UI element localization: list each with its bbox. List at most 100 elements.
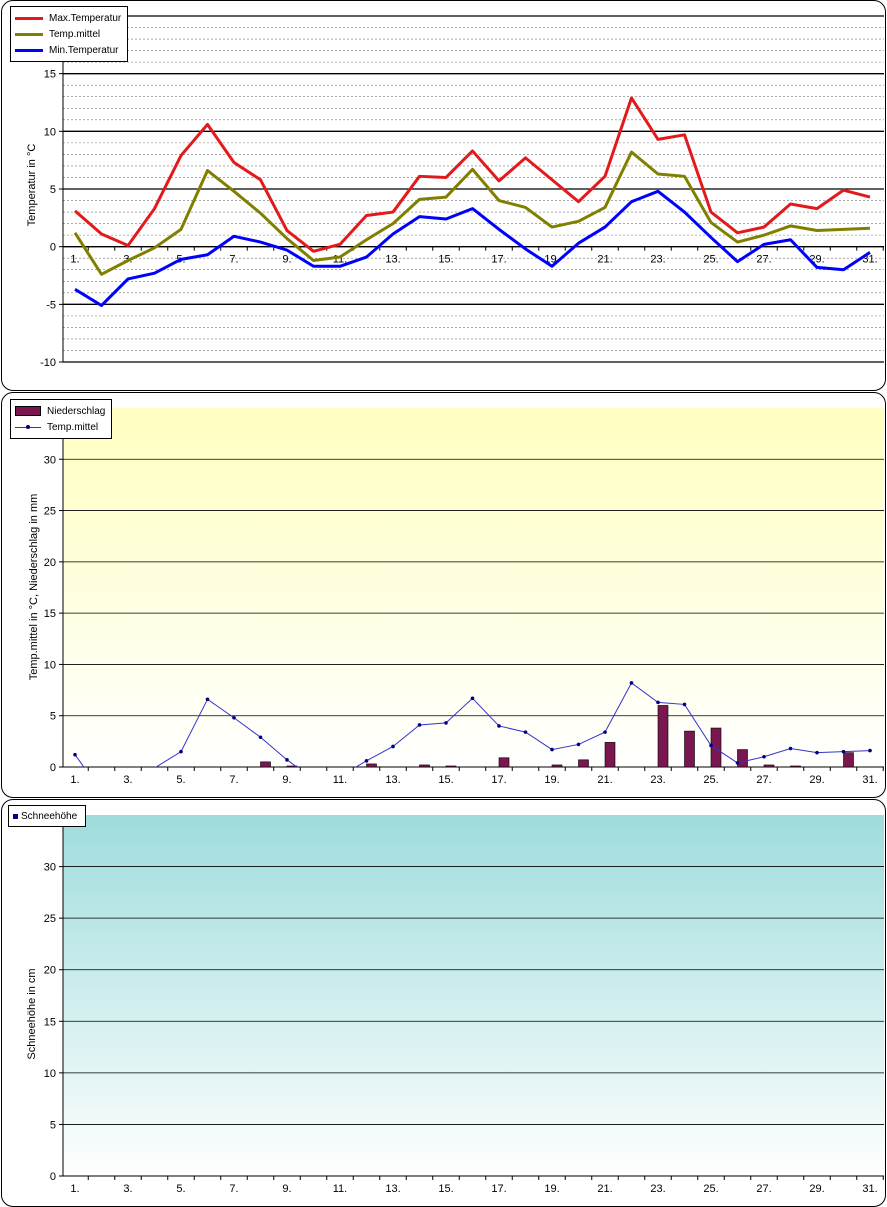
snow-y-axis-label: Schneehöhe in cm	[26, 968, 38, 1060]
x-tick-label: 25.	[703, 774, 718, 786]
mean-temp-point	[258, 735, 263, 740]
y-tick-label: 20	[44, 965, 56, 977]
x-tick-label: 11.	[333, 1183, 347, 1195]
x-tick-label: 17.	[491, 774, 506, 786]
legend-swatch-snow	[13, 813, 18, 819]
x-tick-label: 17.	[491, 254, 506, 266]
plot-area	[63, 408, 884, 767]
mean-temp-point	[656, 700, 660, 705]
precipitation-bar	[419, 764, 430, 768]
precipitation-bar	[843, 752, 854, 768]
temperature-legend: Max.Temperatur Temp.mittel Min.Temperatu…	[10, 6, 129, 62]
precipitation-bar	[445, 765, 457, 768]
y-tick-label: 15	[44, 1016, 56, 1028]
x-tick-label: 7.	[229, 254, 238, 266]
precipitation-bar	[260, 761, 271, 768]
x-tick-label: 25.	[703, 254, 718, 266]
legend-swatch-max-temp	[15, 16, 43, 20]
temperature-y-axis-label: Temperatur in °C	[26, 143, 38, 227]
precipitation-bar	[366, 763, 377, 768]
legend-item-mean-temp: Temp.mittel	[15, 26, 121, 42]
precipitation-bar	[578, 759, 589, 768]
mean-temp-point	[444, 721, 448, 725]
x-tick-label: 15.	[438, 1183, 453, 1195]
mean-temp-point	[550, 747, 554, 752]
mean-temp-point	[285, 758, 289, 762]
y-tick-label: 20	[44, 557, 56, 569]
y-tick-label: 10	[44, 659, 56, 671]
mean-temp-point	[205, 697, 210, 702]
y-tick-label: 10	[44, 1068, 56, 1080]
y-tick-label: 30	[44, 454, 56, 466]
precipitation-bar	[657, 705, 669, 768]
mean-temp-point	[497, 724, 501, 728]
x-tick-label: 23.	[650, 1183, 665, 1195]
x-tick-label: 27.	[756, 254, 771, 266]
x-tick-label: 21.	[597, 254, 612, 266]
x-tick-label: 21.	[597, 774, 612, 786]
plot-area	[63, 815, 884, 1176]
x-tick-label: 13.	[385, 254, 400, 266]
x-tick-label: 15.	[438, 774, 453, 786]
x-tick-label: 17.	[491, 1183, 506, 1195]
precipitation-bar	[790, 765, 801, 768]
mean-temp-point	[762, 754, 766, 759]
precipitation-bar	[498, 757, 510, 768]
mean-temp-point	[603, 730, 607, 734]
x-tick-label: 1.	[70, 774, 79, 786]
mean-temp-point	[364, 759, 369, 763]
x-tick-label: 3.	[123, 774, 132, 786]
x-tick-label: 29.	[809, 1183, 824, 1195]
mean-temp-point	[417, 723, 422, 727]
legend-item-max-temp: Max.Temperatur	[15, 10, 121, 26]
legend-swatch-mean-temp-2	[15, 425, 41, 429]
legend-label-precipitation: Niederschlag	[47, 405, 106, 417]
x-tick-label: 1.	[70, 254, 79, 266]
y-tick-label: 30	[44, 862, 56, 874]
x-tick-label: 19.	[544, 1183, 559, 1195]
mean-temp-point	[682, 702, 687, 707]
x-tick-label: 1.	[70, 1183, 79, 1195]
mean-temp-point	[73, 752, 77, 757]
x-tick-label: 9.	[282, 1183, 291, 1195]
precipitation-legend: Niederschlag Temp.mittel	[10, 399, 113, 439]
legend-swatch-mean-temp	[15, 32, 43, 36]
legend-swatch-min-temp	[15, 48, 43, 52]
x-tick-label: 9.	[282, 774, 291, 786]
legend-item-snow: Schneehöhe	[13, 808, 77, 824]
mean-temp-point	[391, 744, 395, 749]
temperature-chart-panel: -10-5051015201.3.5.7.9.11.13.15.17.19.21…	[1, 0, 886, 391]
mean-temp-point	[788, 746, 793, 751]
precipitation-chart: 0 5 10 15 20 25 30 1. 3. 5. 7. 9. 11. 13. 15. 17. 19. 21.…	[44, 408, 884, 786]
y-tick-label: 15	[44, 69, 56, 81]
mean-temp-point	[523, 730, 528, 734]
y-tick-label: 5	[50, 1119, 56, 1131]
snow-chart: 0 5 10 15 20 25 30 1. 3. 5. 7. 9. 11. 13. 15. 17. 19. 21.…	[44, 815, 884, 1195]
legend-label-snow: Schneehöhe	[21, 810, 78, 822]
legend-label-mean-temp-2: Temp.mittel	[47, 421, 99, 433]
precipitation-chart-panel: 0 5 10 15 20 25 30 1. 3. 5. 7. 9. 11. 13. 15. 17. 19. 21.…	[1, 392, 886, 798]
y-tick-label: 15	[44, 608, 56, 620]
precipitation-bar	[737, 749, 748, 768]
precipitation-bar	[763, 764, 775, 768]
mean-temp-point	[179, 749, 183, 754]
x-tick-label: 29.	[809, 774, 824, 786]
legend-swatch-precipitation	[15, 406, 41, 416]
x-tick-label: 21.	[597, 1183, 612, 1195]
x-tick-label: 27.	[756, 774, 771, 786]
x-tick-label: 13.	[385, 1183, 400, 1195]
y-tick-label: -10	[40, 357, 56, 369]
y-tick-label: 0	[50, 762, 56, 774]
mean-temp-point	[576, 742, 581, 747]
y-tick-label: 10	[44, 126, 56, 138]
legend-label-min-temp: Min.Temperatur	[49, 44, 119, 56]
x-tick-label: 5.	[176, 1183, 185, 1195]
x-tick-label: 31.	[862, 1183, 877, 1195]
mean-temp-point	[470, 696, 475, 701]
x-tick-label: 7.	[229, 774, 238, 786]
mean-temp-point	[629, 681, 634, 685]
y-tick-label: 25	[44, 506, 56, 518]
mean-temp-point	[735, 761, 740, 765]
legend-item-mean-temp-2: Temp.mittel	[15, 419, 105, 435]
mean-temp-point	[232, 715, 236, 720]
